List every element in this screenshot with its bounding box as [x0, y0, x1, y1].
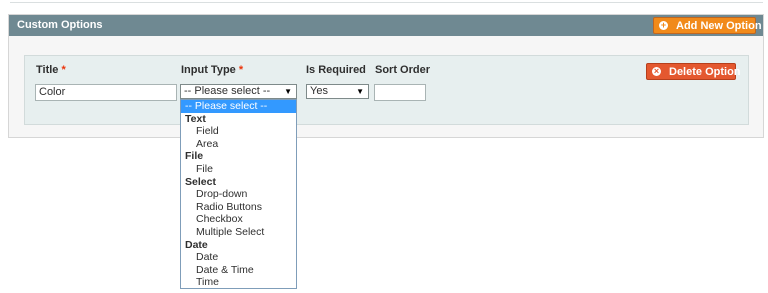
- dropdown-option-radio-buttons[interactable]: Radio Buttons: [181, 201, 296, 214]
- dropdown-option-area[interactable]: Area: [181, 138, 296, 151]
- dropdown-group-date: Date: [185, 238, 208, 251]
- add-new-option-button[interactable]: + Add New Option: [653, 17, 762, 34]
- required-star: *: [61, 64, 66, 76]
- triangle-down-icon: ▼: [284, 87, 292, 96]
- dropdown-group-select: Select: [185, 175, 216, 188]
- dropdown-group-text: Text: [185, 112, 206, 125]
- dropdown-option-please-select[interactable]: -- Please select --: [181, 100, 296, 113]
- add-new-option-label: Add New Option: [676, 20, 762, 32]
- title-input-value: Color: [39, 86, 66, 98]
- required-star: *: [238, 64, 244, 76]
- dropdown-option-drop-down[interactable]: Drop-down: [181, 188, 296, 201]
- sort-order-input[interactable]: [374, 84, 426, 101]
- title-label-text: Title: [36, 64, 59, 76]
- input-type-label-text: Input Type: [181, 64, 236, 76]
- delete-option-label: Delete Option: [669, 66, 741, 78]
- dropdown-option-date[interactable]: Date: [181, 251, 296, 264]
- plus-circle-icon: +: [659, 20, 668, 30]
- dropdown-option-time[interactable]: Time: [181, 276, 296, 289]
- input-type-dropdown-list[interactable]: -- Please select -- Text Field Area File…: [180, 99, 297, 289]
- title-input[interactable]: Color: [35, 84, 177, 101]
- top-divider: [10, 2, 763, 3]
- dropdown-option-field[interactable]: Field: [181, 125, 296, 138]
- dropdown-group-file: File: [185, 150, 204, 163]
- triangle-down-icon: ▼: [356, 87, 364, 96]
- input-type-select-value: -- Please select --: [184, 85, 271, 97]
- delete-option-button[interactable]: × Delete Option: [646, 63, 741, 80]
- title-column-label: Title *: [36, 64, 66, 76]
- dropdown-option-multiple-select[interactable]: Multiple Select: [181, 226, 296, 239]
- is-required-select[interactable]: Yes ▼: [306, 84, 369, 99]
- is-required-column-label: Is Required: [306, 64, 366, 76]
- sort-order-column-label: Sort Order: [375, 64, 431, 76]
- dropdown-option-file[interactable]: File: [181, 163, 296, 176]
- is-required-select-value: Yes: [310, 85, 328, 97]
- dropdown-option-date-time[interactable]: Date & Time: [181, 264, 296, 277]
- x-circle-icon: ×: [652, 66, 661, 76]
- section-header: Custom Options + Add New Option: [9, 15, 763, 36]
- dropdown-option-checkbox[interactable]: Checkbox: [181, 213, 296, 226]
- input-type-select[interactable]: -- Please select -- ▼: [180, 84, 297, 99]
- section-title: Custom Options: [17, 19, 103, 31]
- input-type-column-label: Input Type *: [181, 64, 243, 76]
